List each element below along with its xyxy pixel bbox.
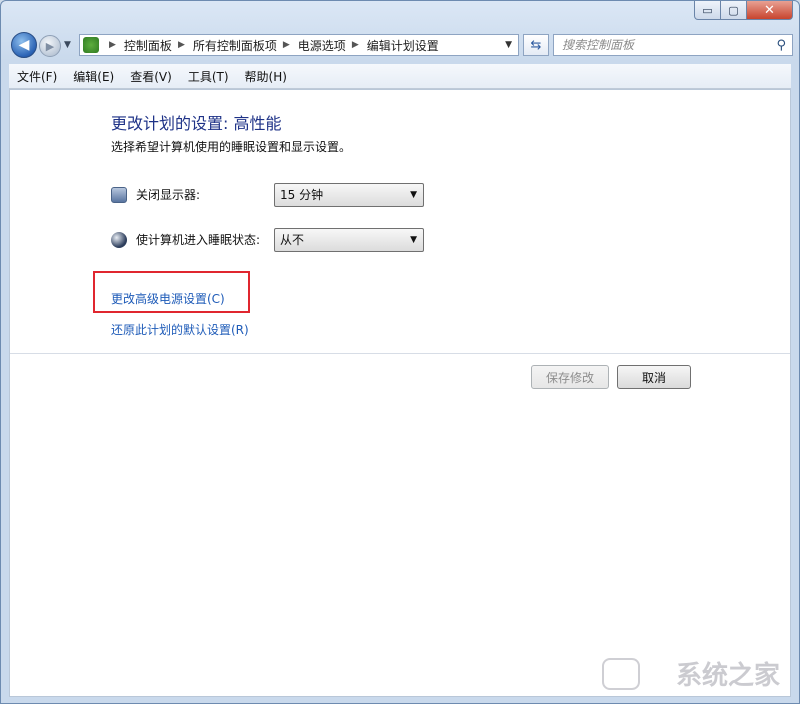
chevron-right-icon[interactable]: ▶ xyxy=(109,40,116,50)
explorer-window: ▭ ▢ ✕ ◀ ▶ ▼ ▶ 控制面板 ▶ 所有控制面板项 ▶ 电源选项 ▶ 编辑… xyxy=(0,0,800,704)
chevron-right-icon[interactable]: ▶ xyxy=(352,40,359,50)
search-input[interactable]: 搜索控制面板 ⚲ xyxy=(553,34,793,56)
sleep-setting-row: 使计算机进入睡眠状态: xyxy=(111,231,276,248)
breadcrumb-item[interactable]: 电源选项 xyxy=(298,37,346,54)
forward-button[interactable]: ▶ xyxy=(39,35,61,57)
breadcrumb-item[interactable]: 编辑计划设置 xyxy=(367,37,439,54)
navigation-bar: ◀ ▶ ▼ ▶ 控制面板 ▶ 所有控制面板项 ▶ 电源选项 ▶ 编辑计划设置 ▼… xyxy=(9,31,793,59)
address-dropdown-icon[interactable]: ▼ xyxy=(505,40,512,50)
restore-defaults-link[interactable]: 还原此计划的默认设置(R) xyxy=(111,321,249,338)
monitor-icon xyxy=(111,186,127,203)
control-panel-icon xyxy=(83,37,99,53)
chevron-right-icon[interactable]: ▶ xyxy=(178,40,185,50)
breadcrumb-item[interactable]: 控制面板 xyxy=(124,37,172,54)
divider xyxy=(10,353,790,354)
address-bar[interactable]: ▶ 控制面板 ▶ 所有控制面板项 ▶ 电源选项 ▶ 编辑计划设置 ▼ xyxy=(79,34,519,56)
refresh-button[interactable]: ⇆ xyxy=(523,34,549,56)
arrow-left-icon: ◀ xyxy=(18,37,30,53)
maximize-button[interactable]: ▢ xyxy=(721,1,747,20)
sleep-label: 使计算机进入睡眠状态: xyxy=(136,233,261,247)
display-timeout-value: 15 分钟 xyxy=(280,188,324,202)
menu-edit[interactable]: 编辑(E) xyxy=(65,68,122,85)
sleep-timeout-value: 从不 xyxy=(280,233,305,247)
chevron-right-icon[interactable]: ▶ xyxy=(283,40,290,50)
cancel-button[interactable]: 取消 xyxy=(617,365,691,389)
menu-view[interactable]: 查看(V) xyxy=(122,68,180,85)
menu-help[interactable]: 帮助(H) xyxy=(237,68,295,85)
page-subtitle: 选择希望计算机使用的睡眠设置和显示设置。 xyxy=(111,140,352,154)
save-button[interactable]: 保存修改 xyxy=(531,365,609,389)
back-button[interactable]: ◀ xyxy=(11,32,37,58)
moon-icon xyxy=(111,231,127,248)
minimize-button[interactable]: ▭ xyxy=(694,1,721,20)
search-placeholder: 搜索控制面板 xyxy=(562,38,635,52)
menu-bar: 文件(F) 编辑(E) 查看(V) 工具(T) 帮助(H) xyxy=(9,64,791,89)
content-pane: 更改计划的设置: 高性能 选择希望计算机使用的睡眠设置和显示设置。 关闭显示器:… xyxy=(9,89,791,697)
watermark-logo-icon xyxy=(602,658,640,690)
recent-pages-dropdown[interactable]: ▼ xyxy=(64,40,71,50)
search-icon[interactable]: ⚲ xyxy=(776,36,786,56)
refresh-icon: ⇆ xyxy=(530,37,542,53)
menu-tools[interactable]: 工具(T) xyxy=(180,68,237,85)
page-title: 更改计划的设置: 高性能 xyxy=(111,114,282,133)
display-label: 关闭显示器: xyxy=(136,188,201,202)
watermark: 系统之家 xyxy=(675,661,780,691)
close-button[interactable]: ✕ xyxy=(747,1,793,20)
menu-file[interactable]: 文件(F) xyxy=(9,68,65,85)
breadcrumb-item[interactable]: 所有控制面板项 xyxy=(193,37,277,54)
chevron-down-icon: ▼ xyxy=(410,190,417,200)
display-setting-row: 关闭显示器: xyxy=(111,186,276,203)
window-controls: ▭ ▢ ✕ xyxy=(694,1,793,20)
display-timeout-select[interactable]: 15 分钟 ▼ xyxy=(274,183,424,207)
arrow-right-icon: ▶ xyxy=(45,39,55,53)
sleep-timeout-select[interactable]: 从不 ▼ xyxy=(274,228,424,252)
advanced-power-settings-link[interactable]: 更改高级电源设置(C) xyxy=(111,290,225,307)
chevron-down-icon: ▼ xyxy=(410,235,417,245)
